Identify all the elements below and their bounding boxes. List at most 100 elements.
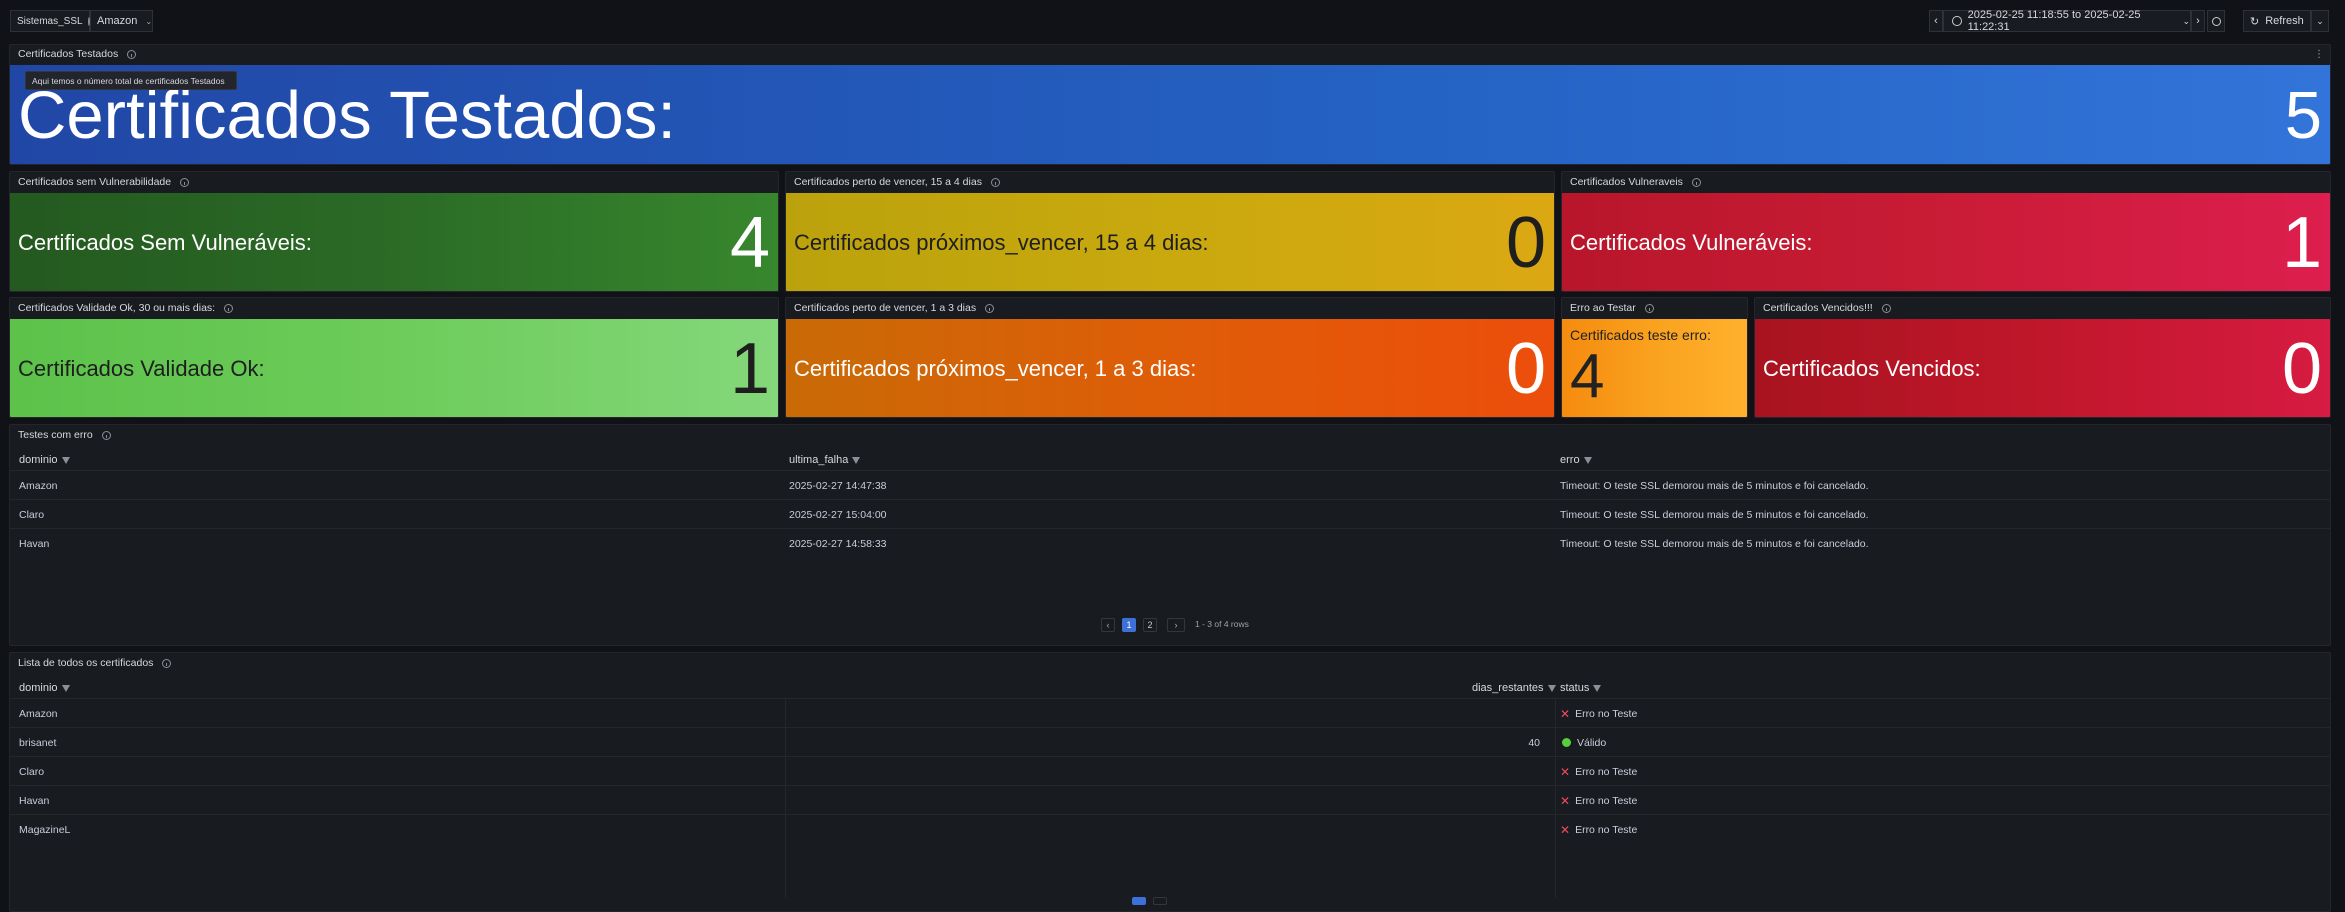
prev-page-button[interactable]: ‹ <box>1101 618 1115 632</box>
cell-dominio: Claro <box>19 765 45 778</box>
panel-title-text: Certificados perto de vencer, 15 a 4 dia… <box>794 176 982 188</box>
panel-title-text: Certificados perto de vencer, 1 a 3 dias <box>794 302 977 314</box>
column-header-text: dominio <box>19 453 58 466</box>
column-header-erro[interactable]: erro <box>1560 449 1592 470</box>
info-icon[interactable] <box>224 303 234 313</box>
page-1-button[interactable] <box>1132 897 1146 905</box>
panel-title: Lista de todos os certificados <box>18 653 172 673</box>
cell-ultima-falha: 2025-02-27 14:58:33 <box>789 537 887 550</box>
panel-validade-ok: Certificados Validade Ok, 30 ou mais dia… <box>9 297 779 418</box>
panel-testes-com-erro: Testes com erro dominio ultima_falha err… <box>9 424 2331 646</box>
info-icon[interactable] <box>101 430 111 440</box>
refresh-button[interactable]: ↻ Refresh <box>2243 10 2311 32</box>
table-row[interactable]: Havan ✕ Erro no Teste <box>10 785 2330 814</box>
pagination-summary: 1 - 3 of 4 rows <box>1195 619 1249 629</box>
table-row[interactable]: Amazon 2025-02-27 14:47:38 Timeout: O te… <box>10 470 2330 499</box>
panel-title-text: Testes com erro <box>18 429 93 441</box>
column-header-dominio[interactable]: dominio <box>19 677 70 698</box>
panel-title: Testes com erro <box>18 425 111 445</box>
time-back-button[interactable]: ‹ <box>1929 10 1943 32</box>
clock-icon <box>1952 16 1962 26</box>
filter-icon[interactable] <box>1547 685 1556 692</box>
panel-title: Certificados Validade Ok, 30 ou mais dia… <box>18 298 234 318</box>
panel-vencidos: Certificados Vencidos!!! Certificados Ve… <box>1754 297 2331 418</box>
panel-title-text: Certificados Testados <box>18 48 119 60</box>
next-page-button[interactable]: › <box>1167 618 1185 632</box>
stat-value: 4 <box>729 203 770 283</box>
panel-title-text: Certificados Vulneraveis <box>1570 176 1683 188</box>
filter-icon[interactable] <box>61 685 70 692</box>
pagination: ‹ 1 2 › 1 - 3 of 4 rows <box>1092 618 1352 632</box>
filter-icon[interactable] <box>1593 685 1602 692</box>
info-icon[interactable] <box>127 49 137 59</box>
refresh-interval-dropdown[interactable]: ⌄ <box>2311 10 2329 32</box>
cell-erro: Timeout: O teste SSL demorou mais de 5 m… <box>1560 479 1869 492</box>
panel-title: Erro ao Testar <box>1570 298 1654 318</box>
page-2-button[interactable] <box>1153 897 1167 905</box>
tooltip: Aqui temos o número total de certificado… <box>25 71 237 90</box>
info-icon[interactable] <box>180 177 190 187</box>
column-header-status[interactable]: status <box>1560 677 1602 698</box>
panel-title-text: Erro ao Testar <box>1570 302 1636 314</box>
stat-value: 0 <box>2281 329 2322 409</box>
filter-icon[interactable] <box>852 457 861 464</box>
chevron-down-icon: ⌄ <box>2182 15 2190 26</box>
table-row[interactable]: Claro ✕ Erro no Teste <box>10 756 2330 785</box>
column-header-ultima-falha[interactable]: ultima_falha <box>789 449 861 470</box>
table-row[interactable]: Amazon ✕ Erro no Teste <box>10 698 2330 727</box>
filter-icon[interactable] <box>1583 457 1592 464</box>
variable-name: Sistemas_SSL <box>17 15 83 27</box>
info-icon[interactable] <box>162 658 172 668</box>
refresh-label: Refresh <box>2265 15 2304 27</box>
info-icon[interactable] <box>1881 303 1891 313</box>
page-2-button[interactable]: 2 <box>1143 618 1157 632</box>
time-forward-button[interactable]: › <box>2191 10 2205 32</box>
cell-erro: Timeout: O teste SSL demorou mais de 5 m… <box>1560 508 1869 521</box>
info-icon[interactable] <box>1644 303 1654 313</box>
panel-perto-vencer-15: Certificados perto de vencer, 15 a 4 dia… <box>785 171 1555 292</box>
x-icon: ✕ <box>1560 706 1571 721</box>
cell-ultima-falha: 2025-02-27 14:47:38 <box>789 479 887 492</box>
info-icon[interactable] <box>985 303 995 313</box>
stat-background: Certificados próximos_vencer, 1 a 3 dias… <box>786 319 1554 417</box>
column-header-dias-restantes[interactable]: dias_restantes <box>1472 677 1556 698</box>
page-1-button[interactable]: 1 <box>1122 618 1136 632</box>
zoom-out-button[interactable] <box>2207 10 2225 32</box>
time-range-text: 2025-02-25 11:18:55 to 2025-02-25 11:22:… <box>1967 9 2141 33</box>
chevron-down-icon: ⌄ <box>2316 15 2324 26</box>
cell-dominio: brisanet <box>19 736 57 749</box>
table-row[interactable]: brisanet 40 Válido <box>10 727 2330 756</box>
info-icon[interactable] <box>1691 177 1701 187</box>
info-icon[interactable] <box>990 177 1000 187</box>
chevron-left-icon: ‹ <box>1934 15 1938 27</box>
time-picker[interactable]: 2025-02-25 11:18:55 to 2025-02-25 11:22:… <box>1943 9 2191 33</box>
table-row[interactable]: Havan 2025-02-27 14:58:33 Timeout: O tes… <box>10 528 2330 557</box>
table-row[interactable]: Claro 2025-02-27 15:04:00 Timeout: O tes… <box>10 499 2330 528</box>
stat-label: Certificados próximos_vencer, 1 a 3 dias… <box>794 356 1197 381</box>
refresh-icon: ↻ <box>2250 15 2260 28</box>
cell-status: Erro no Teste <box>1575 823 1638 836</box>
panel-perto-vencer-3: Certificados perto de vencer, 1 a 3 dias… <box>785 297 1555 418</box>
column-header-dominio[interactable]: dominio <box>19 449 70 470</box>
stat-value: 0 <box>1505 203 1546 283</box>
stat-value: 1 <box>729 329 770 409</box>
stat-background: Certificados Testados: 5 <box>10 65 2330 164</box>
filter-icon[interactable] <box>61 457 70 464</box>
panel-menu-icon[interactable]: ⋮ <box>2314 49 2324 60</box>
variable-value: Amazon <box>97 15 138 27</box>
column-header-text: ultima_falha <box>789 453 849 466</box>
stat-label: Certificados Vencidos: <box>1763 356 1981 381</box>
x-icon: ✕ <box>1560 793 1571 808</box>
table-row[interactable]: MagazineL ✕ Erro no Teste <box>10 814 2330 843</box>
panel-erro-testar: Erro ao Testar Certificados teste erro: … <box>1561 297 1748 418</box>
cell-dominio: Havan <box>19 794 50 807</box>
stat-background: Certificados Vencidos: 0 <box>1755 319 2330 417</box>
column-header-text: status <box>1560 681 1590 694</box>
variable-select[interactable]: Amazon ⌄ <box>90 10 153 32</box>
chevron-down-icon: ⌄ <box>145 16 153 26</box>
stat-background: Certificados Validade Ok: 1 <box>10 319 778 417</box>
stat-value: 1 <box>2281 203 2322 283</box>
panel-title: Certificados Testados <box>18 45 137 63</box>
stat-label: Certificados próximos_vencer, 15 a 4 dia… <box>794 230 1209 255</box>
cell-dominio: Amazon <box>19 479 58 492</box>
